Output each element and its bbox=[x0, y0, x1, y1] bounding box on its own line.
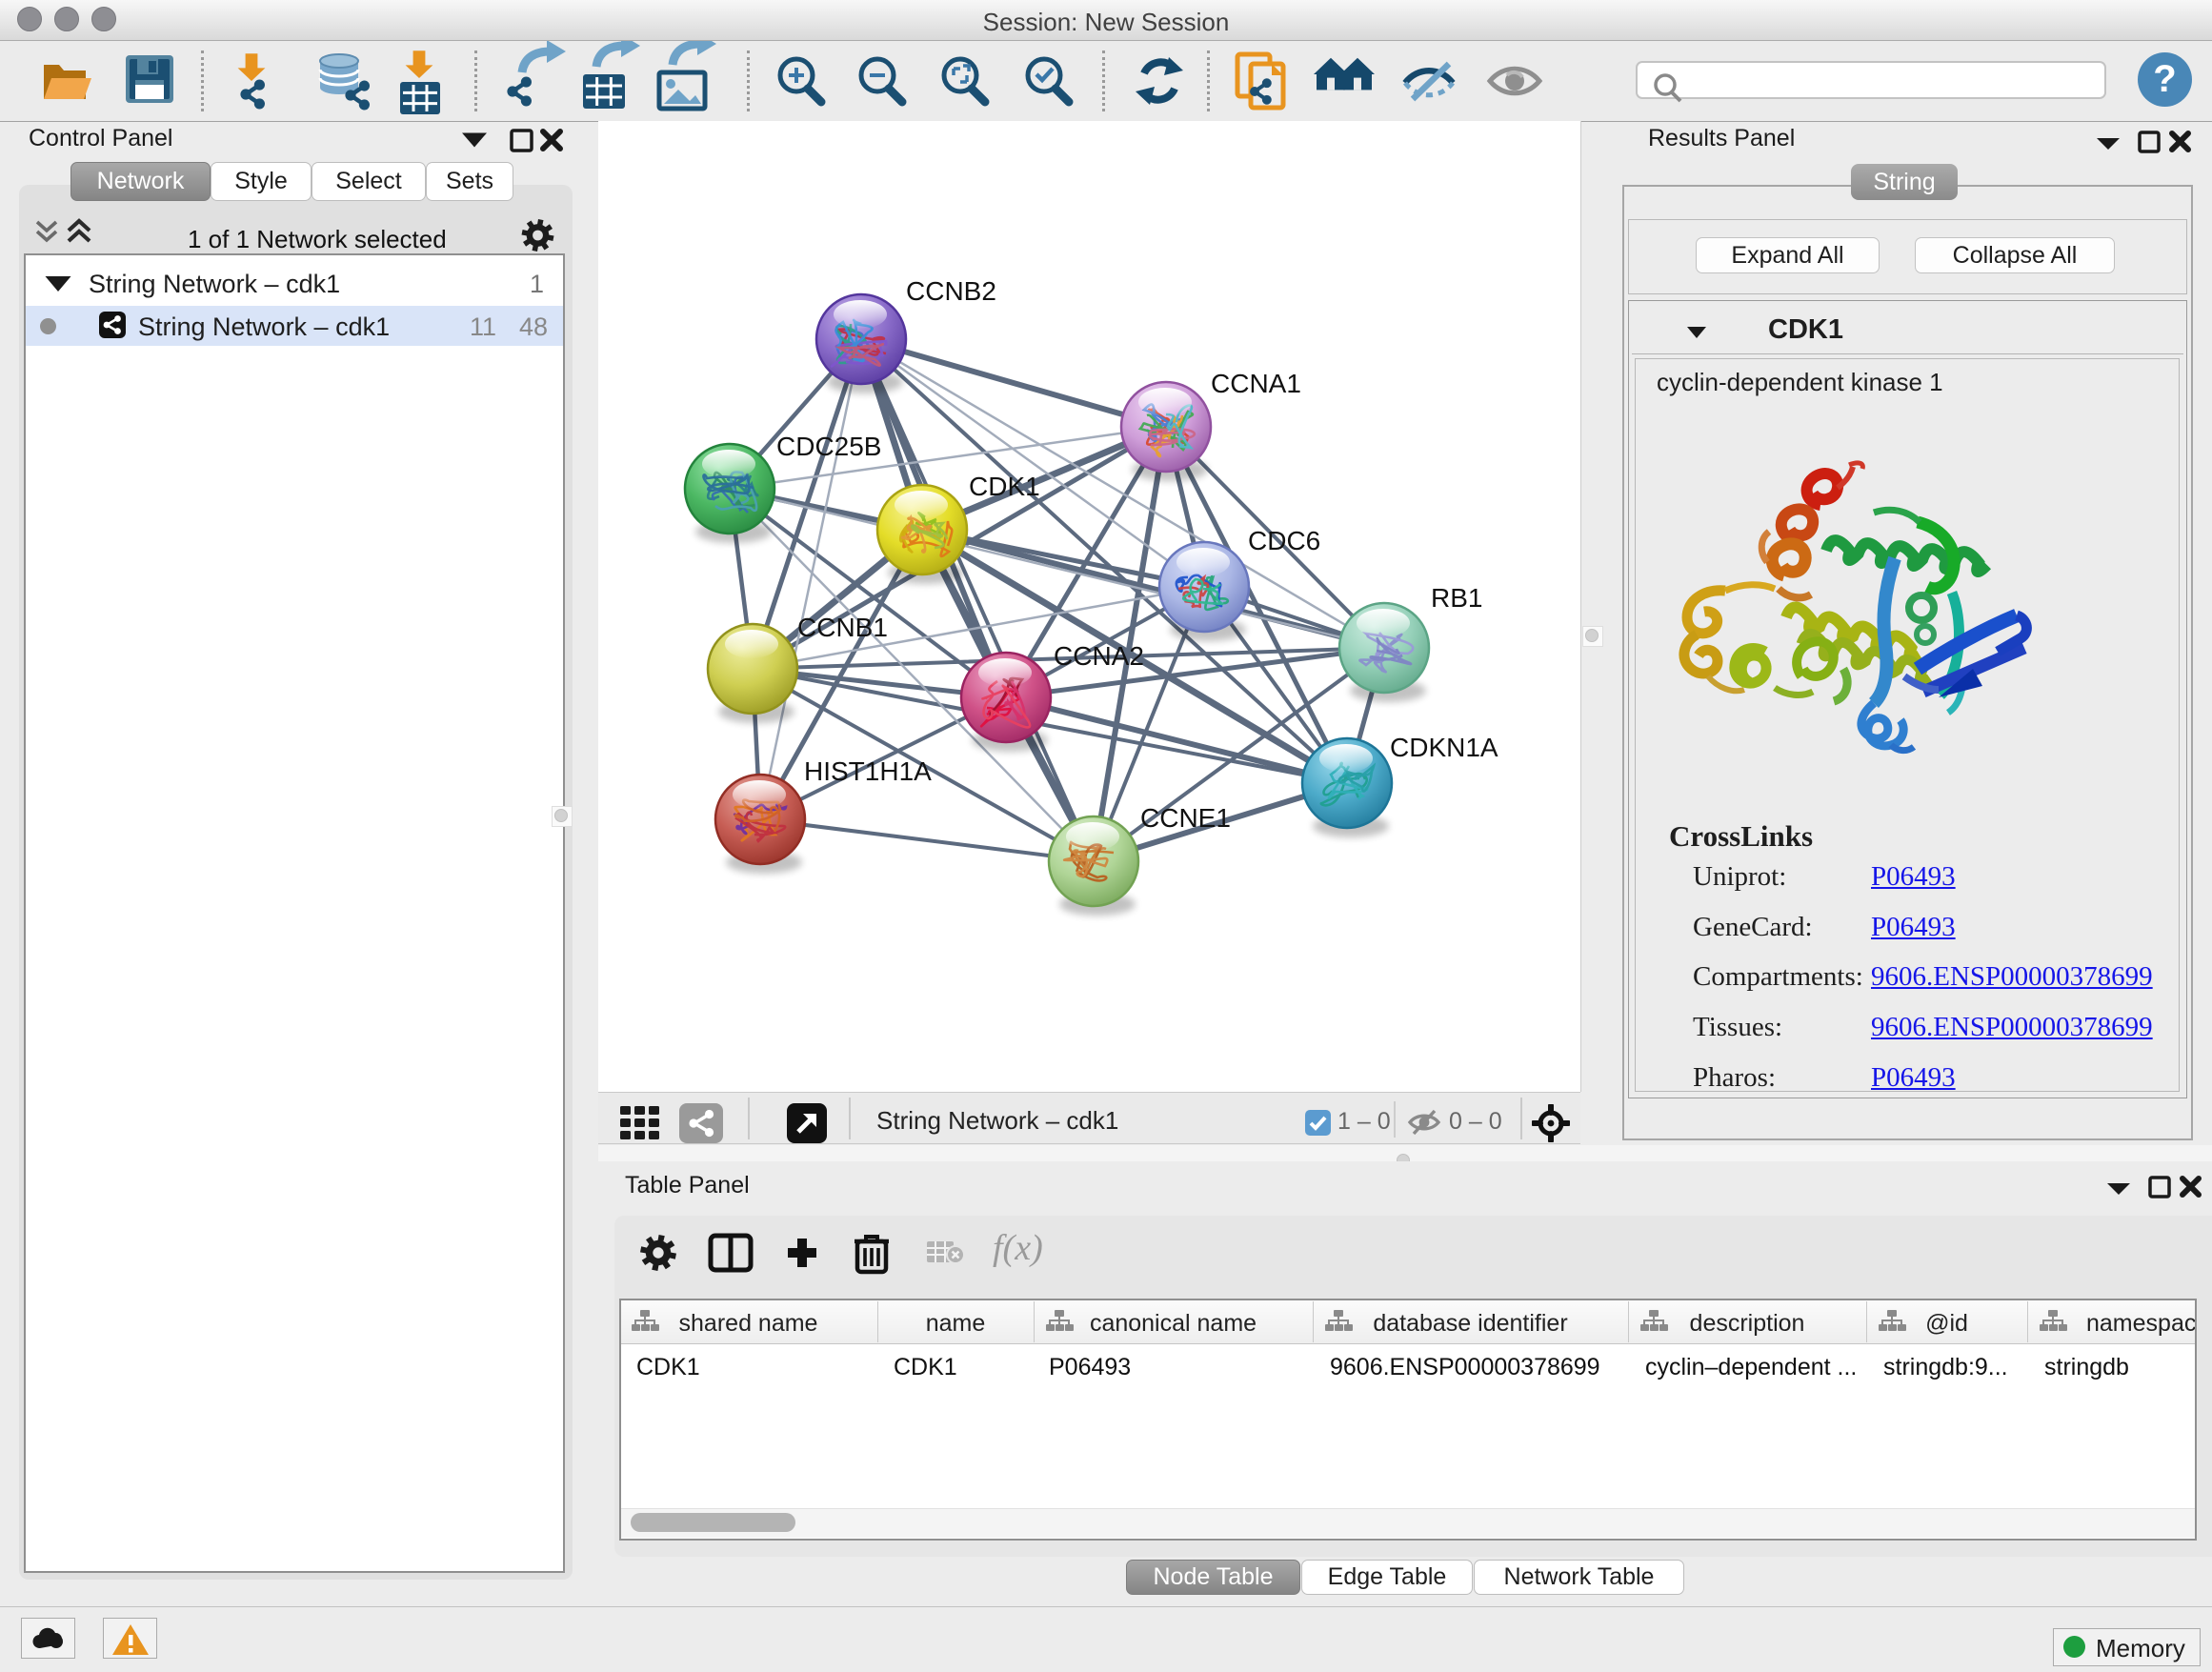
svg-text:CDC6: CDC6 bbox=[1248, 526, 1320, 555]
svg-text:CCNE1: CCNE1 bbox=[1140, 803, 1231, 833]
svg-text:CCNB1: CCNB1 bbox=[797, 613, 888, 642]
svg-text:CDK1: CDK1 bbox=[969, 472, 1040, 501]
svg-text:CDKN1A: CDKN1A bbox=[1390, 733, 1498, 762]
svg-text:CCNB2: CCNB2 bbox=[906, 276, 996, 306]
svg-text:CCNA1: CCNA1 bbox=[1211, 369, 1301, 398]
svg-text:HIST1H1A: HIST1H1A bbox=[804, 756, 932, 786]
svg-text:RB1: RB1 bbox=[1431, 583, 1482, 613]
svg-text:CCNA2: CCNA2 bbox=[1054, 641, 1144, 671]
svg-text:CDC25B: CDC25B bbox=[776, 432, 881, 461]
